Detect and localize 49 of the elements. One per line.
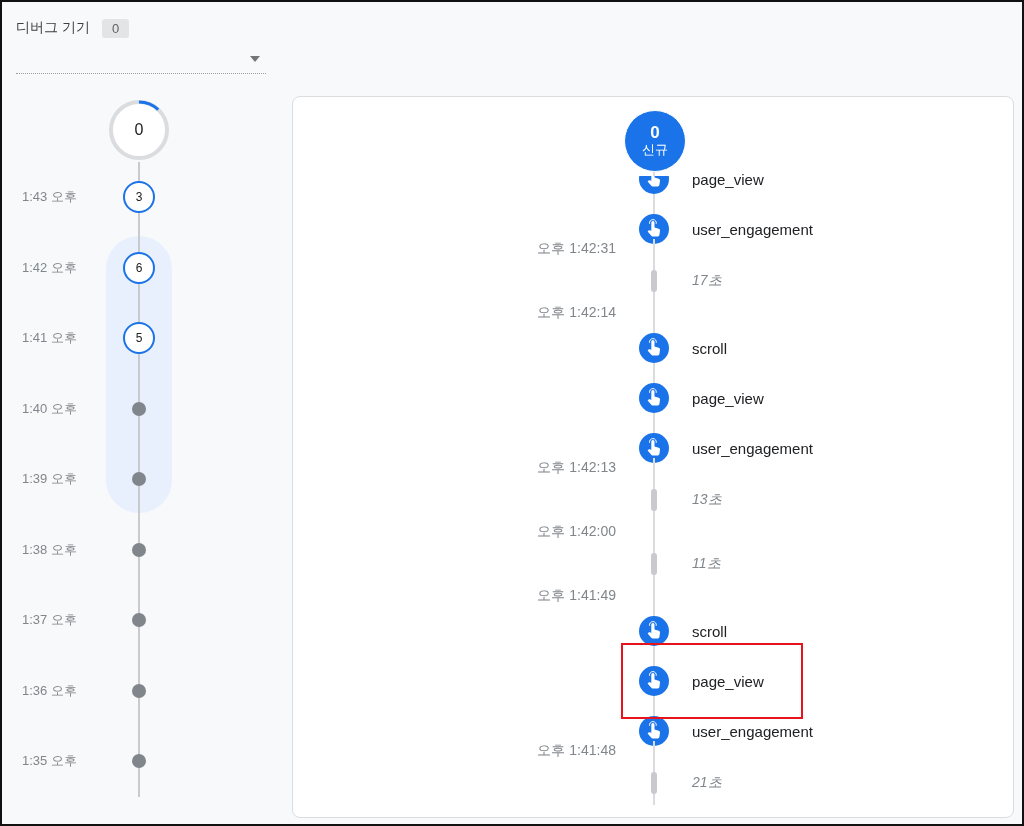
hand-pointer-icon[interactable] bbox=[639, 333, 669, 363]
gap-marker bbox=[651, 772, 657, 794]
minute-dot[interactable] bbox=[132, 542, 146, 557]
minute-count-node[interactable]: 3 bbox=[123, 181, 155, 214]
event-name[interactable]: user_engagement bbox=[692, 439, 1013, 457]
event-name[interactable]: page_view bbox=[692, 389, 1013, 407]
event-name[interactable]: user_engagement bbox=[692, 220, 1013, 238]
hand-pointer-icon[interactable] bbox=[639, 716, 669, 746]
event-name[interactable]: page_view bbox=[692, 672, 1013, 690]
minute-dot[interactable] bbox=[132, 613, 146, 628]
event-timestamp: 오후 1:41:49 bbox=[537, 587, 616, 605]
event-name[interactable]: scroll bbox=[692, 339, 1013, 357]
minute-dot[interactable] bbox=[132, 683, 146, 698]
device-label: 디버그 기기 bbox=[16, 19, 90, 37]
caret-icon bbox=[250, 55, 260, 62]
minute-label: 1:36 오후 bbox=[21, 681, 78, 700]
gap-marker bbox=[651, 489, 657, 511]
event-timestamp: 오후 1:41:48 bbox=[537, 742, 616, 760]
event-timestamp: 오후 1:42:13 bbox=[537, 459, 616, 477]
hand-pointer-icon[interactable] bbox=[639, 666, 669, 696]
minute-label: 1:40 오후 bbox=[21, 399, 78, 418]
event-name[interactable]: user_engagement bbox=[692, 722, 1013, 740]
gap-duration: 13초 bbox=[692, 491, 723, 509]
event-timestamp: 오후 1:42:14 bbox=[537, 304, 616, 322]
gap-marker bbox=[651, 553, 657, 575]
minute-label: 1:39 오후 bbox=[21, 470, 78, 489]
hand-pointer-icon[interactable] bbox=[639, 383, 669, 413]
event-name[interactable]: page_view bbox=[692, 170, 1013, 188]
minute-label: 1:41 오후 bbox=[21, 329, 78, 348]
minute-label: 1:35 오후 bbox=[21, 752, 78, 771]
minute-label: 1:38 오후 bbox=[21, 540, 78, 559]
gap-duration: 11초 bbox=[692, 555, 722, 573]
minute-label: 1:37 오후 bbox=[21, 611, 78, 630]
event-timestamp: 오후 1:42:00 bbox=[537, 523, 616, 541]
event-name[interactable]: scroll bbox=[692, 622, 1013, 640]
event-timestamp: 오후 1:42:31 bbox=[537, 240, 616, 258]
minute-label: 1:42 오후 bbox=[21, 258, 78, 277]
device-count: 0 bbox=[101, 18, 130, 38]
new-events-bubble: 0 신규 bbox=[624, 110, 686, 172]
minute-dot[interactable] bbox=[132, 754, 146, 769]
hand-pointer-icon[interactable] bbox=[639, 214, 669, 244]
hand-pointer-icon[interactable] bbox=[639, 176, 669, 194]
minute-label: 1:43 오후 bbox=[21, 188, 78, 207]
gap-marker bbox=[651, 270, 657, 292]
gap-duration: 21초 bbox=[692, 774, 723, 792]
hand-pointer-icon[interactable] bbox=[639, 433, 669, 463]
hand-pointer-icon[interactable] bbox=[639, 616, 669, 646]
gap-duration: 17초 bbox=[692, 272, 723, 290]
minute-total-count: 0 bbox=[133, 120, 145, 140]
